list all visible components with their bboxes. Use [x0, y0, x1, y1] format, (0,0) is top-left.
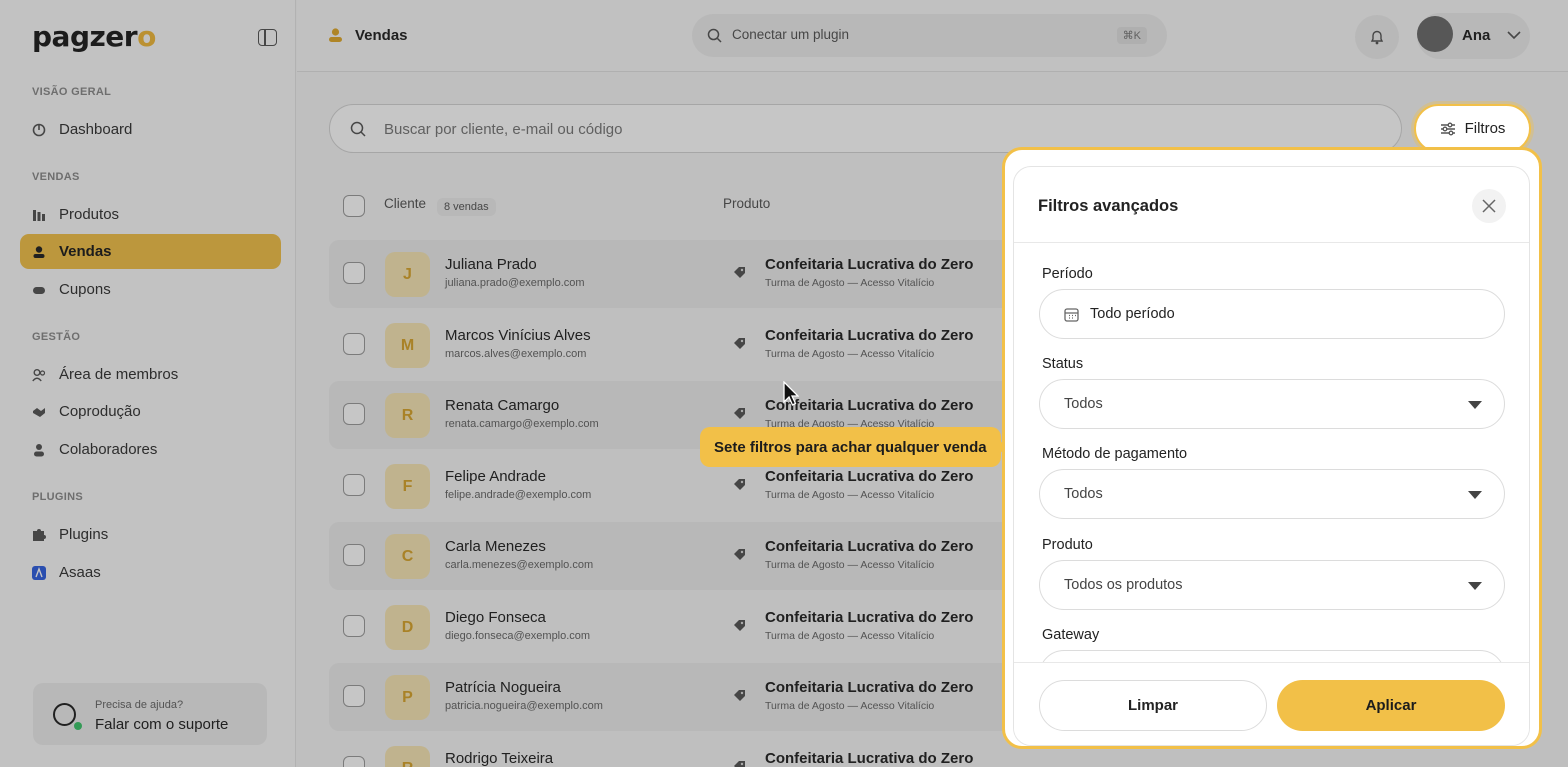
filters-label: Filtros — [1464, 120, 1506, 137]
filters-button[interactable]: Filtros — [1414, 104, 1531, 153]
product-label: Produto — [1042, 537, 1093, 553]
apply-button[interactable]: Aplicar — [1277, 680, 1505, 731]
calendar-icon — [1064, 308, 1079, 322]
tooltip-text: Sete filtros para achar qualquer venda — [714, 438, 987, 456]
filters-panel: Filtros avançados Período Todo período S… — [1013, 166, 1530, 746]
sliders-icon — [1440, 122, 1455, 135]
gateway-label: Gateway — [1042, 627, 1100, 643]
close-button[interactable] — [1472, 189, 1506, 223]
divider — [1014, 662, 1529, 663]
status-select[interactable]: Todos — [1039, 379, 1505, 429]
chevron-down-icon — [1468, 582, 1482, 590]
clear-button[interactable]: Limpar — [1039, 680, 1267, 731]
payment-method-label: Método de pagamento — [1042, 446, 1188, 462]
close-icon — [1482, 199, 1496, 213]
chevron-down-icon — [1468, 491, 1482, 499]
mouse-cursor-icon — [783, 381, 799, 406]
period-field[interactable]: Todo período — [1039, 289, 1505, 339]
payment-method-value: Todos — [1064, 486, 1103, 502]
period-label: Período — [1042, 266, 1093, 282]
onboarding-tooltip: Sete filtros para achar qualquer venda — [700, 427, 1008, 467]
status-value: Todos — [1064, 396, 1103, 412]
payment-method-select[interactable]: Todos — [1039, 469, 1505, 519]
chevron-down-icon — [1468, 401, 1482, 409]
period-value: Todo período — [1090, 306, 1175, 322]
status-label: Status — [1042, 356, 1084, 372]
product-select[interactable]: Todos os produtos — [1039, 560, 1505, 610]
divider — [1014, 242, 1529, 243]
filters-panel-title: Filtros avançados — [1038, 197, 1179, 215]
product-value: Todos os produtos — [1064, 577, 1183, 593]
